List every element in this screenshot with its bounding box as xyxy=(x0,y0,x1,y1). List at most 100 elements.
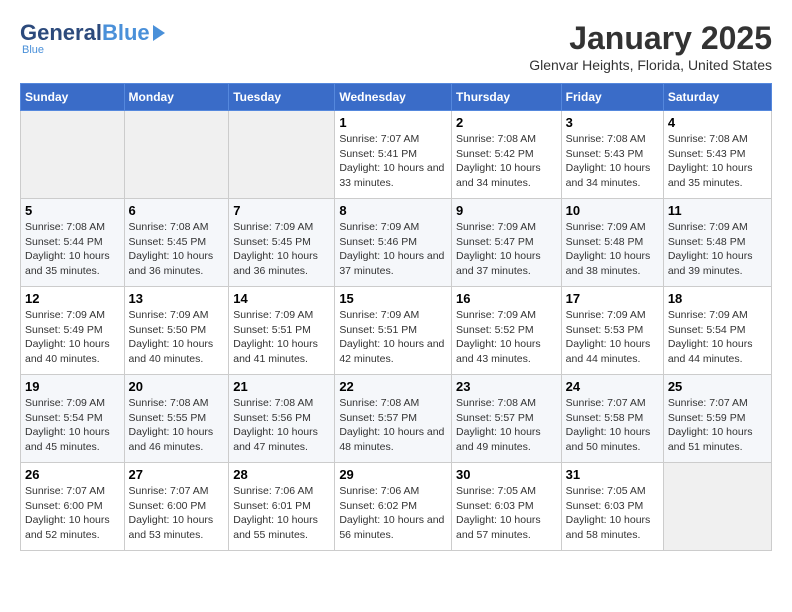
day-info: Sunrise: 7:09 AMSunset: 5:46 PMDaylight:… xyxy=(339,221,444,277)
calendar-week-row: 26 Sunrise: 7:07 AMSunset: 6:00 PMDaylig… xyxy=(21,463,772,551)
day-info: Sunrise: 7:08 AMSunset: 5:56 PMDaylight:… xyxy=(233,397,318,453)
day-info: Sunrise: 7:08 AMSunset: 5:55 PMDaylight:… xyxy=(129,397,214,453)
day-number: 2 xyxy=(456,115,557,130)
day-number: 8 xyxy=(339,203,447,218)
day-number: 24 xyxy=(566,379,659,394)
day-number: 12 xyxy=(25,291,120,306)
day-number: 27 xyxy=(129,467,225,482)
header-thursday: Thursday xyxy=(452,84,562,111)
day-info: Sunrise: 7:05 AMSunset: 6:03 PMDaylight:… xyxy=(566,485,651,541)
calendar-cell: 19 Sunrise: 7:09 AMSunset: 5:54 PMDaylig… xyxy=(21,375,125,463)
day-info: Sunrise: 7:08 AMSunset: 5:43 PMDaylight:… xyxy=(566,133,651,189)
day-info: Sunrise: 7:06 AMSunset: 6:01 PMDaylight:… xyxy=(233,485,318,541)
day-number: 29 xyxy=(339,467,447,482)
day-info: Sunrise: 7:08 AMSunset: 5:45 PMDaylight:… xyxy=(129,221,214,277)
logo-underline: Blue xyxy=(22,44,44,56)
calendar-cell: 13 Sunrise: 7:09 AMSunset: 5:50 PMDaylig… xyxy=(124,287,229,375)
day-number: 22 xyxy=(339,379,447,394)
header-saturday: Saturday xyxy=(663,84,771,111)
day-number: 10 xyxy=(566,203,659,218)
day-number: 11 xyxy=(668,203,767,218)
day-number: 19 xyxy=(25,379,120,394)
calendar-cell: 25 Sunrise: 7:07 AMSunset: 5:59 PMDaylig… xyxy=(663,375,771,463)
day-number: 16 xyxy=(456,291,557,306)
day-number: 9 xyxy=(456,203,557,218)
day-number: 17 xyxy=(566,291,659,306)
calendar-week-row: 19 Sunrise: 7:09 AMSunset: 5:54 PMDaylig… xyxy=(21,375,772,463)
day-number: 30 xyxy=(456,467,557,482)
calendar-cell: 6 Sunrise: 7:08 AMSunset: 5:45 PMDayligh… xyxy=(124,199,229,287)
day-info: Sunrise: 7:06 AMSunset: 6:02 PMDaylight:… xyxy=(339,485,444,541)
header-tuesday: Tuesday xyxy=(229,84,335,111)
header-friday: Friday xyxy=(561,84,663,111)
calendar-cell: 18 Sunrise: 7:09 AMSunset: 5:54 PMDaylig… xyxy=(663,287,771,375)
day-info: Sunrise: 7:05 AMSunset: 6:03 PMDaylight:… xyxy=(456,485,541,541)
day-info: Sunrise: 7:09 AMSunset: 5:52 PMDaylight:… xyxy=(456,309,541,365)
day-number: 18 xyxy=(668,291,767,306)
calendar-cell: 21 Sunrise: 7:08 AMSunset: 5:56 PMDaylig… xyxy=(229,375,335,463)
calendar-header-row: SundayMondayTuesdayWednesdayThursdayFrid… xyxy=(21,84,772,111)
calendar-cell: 16 Sunrise: 7:09 AMSunset: 5:52 PMDaylig… xyxy=(452,287,562,375)
day-number: 4 xyxy=(668,115,767,130)
header-sunday: Sunday xyxy=(21,84,125,111)
calendar-cell: 27 Sunrise: 7:07 AMSunset: 6:00 PMDaylig… xyxy=(124,463,229,551)
day-info: Sunrise: 7:07 AMSunset: 5:58 PMDaylight:… xyxy=(566,397,651,453)
day-info: Sunrise: 7:09 AMSunset: 5:47 PMDaylight:… xyxy=(456,221,541,277)
calendar-week-row: 1 Sunrise: 7:07 AMSunset: 5:41 PMDayligh… xyxy=(21,111,772,199)
calendar-cell: 4 Sunrise: 7:08 AMSunset: 5:43 PMDayligh… xyxy=(663,111,771,199)
calendar-cell: 23 Sunrise: 7:08 AMSunset: 5:57 PMDaylig… xyxy=(452,375,562,463)
calendar-cell xyxy=(663,463,771,551)
day-number: 3 xyxy=(566,115,659,130)
day-number: 26 xyxy=(25,467,120,482)
day-number: 7 xyxy=(233,203,330,218)
day-info: Sunrise: 7:09 AMSunset: 5:51 PMDaylight:… xyxy=(339,309,444,365)
calendar-cell: 2 Sunrise: 7:08 AMSunset: 5:42 PMDayligh… xyxy=(452,111,562,199)
location: Glenvar Heights, Florida, United States xyxy=(529,57,772,73)
calendar-cell: 3 Sunrise: 7:08 AMSunset: 5:43 PMDayligh… xyxy=(561,111,663,199)
day-info: Sunrise: 7:09 AMSunset: 5:54 PMDaylight:… xyxy=(668,309,753,365)
day-number: 14 xyxy=(233,291,330,306)
calendar-cell: 17 Sunrise: 7:09 AMSunset: 5:53 PMDaylig… xyxy=(561,287,663,375)
calendar-week-row: 12 Sunrise: 7:09 AMSunset: 5:49 PMDaylig… xyxy=(21,287,772,375)
day-info: Sunrise: 7:09 AMSunset: 5:53 PMDaylight:… xyxy=(566,309,651,365)
calendar-cell: 28 Sunrise: 7:06 AMSunset: 6:01 PMDaylig… xyxy=(229,463,335,551)
day-info: Sunrise: 7:09 AMSunset: 5:49 PMDaylight:… xyxy=(25,309,110,365)
calendar-cell: 5 Sunrise: 7:08 AMSunset: 5:44 PMDayligh… xyxy=(21,199,125,287)
calendar-table: SundayMondayTuesdayWednesdayThursdayFrid… xyxy=(20,83,772,551)
calendar-cell: 8 Sunrise: 7:09 AMSunset: 5:46 PMDayligh… xyxy=(335,199,452,287)
day-number: 5 xyxy=(25,203,120,218)
day-info: Sunrise: 7:07 AMSunset: 6:00 PMDaylight:… xyxy=(129,485,214,541)
logo-general: General xyxy=(20,20,102,46)
day-info: Sunrise: 7:09 AMSunset: 5:54 PMDaylight:… xyxy=(25,397,110,453)
calendar-cell: 30 Sunrise: 7:05 AMSunset: 6:03 PMDaylig… xyxy=(452,463,562,551)
day-info: Sunrise: 7:08 AMSunset: 5:44 PMDaylight:… xyxy=(25,221,110,277)
calendar-cell: 7 Sunrise: 7:09 AMSunset: 5:45 PMDayligh… xyxy=(229,199,335,287)
day-number: 21 xyxy=(233,379,330,394)
day-info: Sunrise: 7:08 AMSunset: 5:42 PMDaylight:… xyxy=(456,133,541,189)
day-info: Sunrise: 7:08 AMSunset: 5:57 PMDaylight:… xyxy=(339,397,444,453)
calendar-cell: 24 Sunrise: 7:07 AMSunset: 5:58 PMDaylig… xyxy=(561,375,663,463)
calendar-cell: 29 Sunrise: 7:06 AMSunset: 6:02 PMDaylig… xyxy=(335,463,452,551)
header-wednesday: Wednesday xyxy=(335,84,452,111)
calendar-cell: 9 Sunrise: 7:09 AMSunset: 5:47 PMDayligh… xyxy=(452,199,562,287)
logo: GeneralBlue Blue xyxy=(20,20,165,56)
logo-blue: Blue xyxy=(102,20,150,46)
calendar-cell xyxy=(124,111,229,199)
calendar-cell: 12 Sunrise: 7:09 AMSunset: 5:49 PMDaylig… xyxy=(21,287,125,375)
calendar-cell: 1 Sunrise: 7:07 AMSunset: 5:41 PMDayligh… xyxy=(335,111,452,199)
calendar-cell: 14 Sunrise: 7:09 AMSunset: 5:51 PMDaylig… xyxy=(229,287,335,375)
day-info: Sunrise: 7:08 AMSunset: 5:43 PMDaylight:… xyxy=(668,133,753,189)
day-number: 1 xyxy=(339,115,447,130)
calendar-cell: 31 Sunrise: 7:05 AMSunset: 6:03 PMDaylig… xyxy=(561,463,663,551)
day-info: Sunrise: 7:09 AMSunset: 5:51 PMDaylight:… xyxy=(233,309,318,365)
day-info: Sunrise: 7:07 AMSunset: 5:41 PMDaylight:… xyxy=(339,133,444,189)
day-info: Sunrise: 7:09 AMSunset: 5:45 PMDaylight:… xyxy=(233,221,318,277)
day-info: Sunrise: 7:09 AMSunset: 5:50 PMDaylight:… xyxy=(129,309,214,365)
page-header: GeneralBlue Blue January 2025 Glenvar He… xyxy=(20,20,772,73)
calendar-cell: 15 Sunrise: 7:09 AMSunset: 5:51 PMDaylig… xyxy=(335,287,452,375)
day-number: 28 xyxy=(233,467,330,482)
logo-arrow-icon xyxy=(153,25,165,41)
day-number: 15 xyxy=(339,291,447,306)
calendar-cell xyxy=(21,111,125,199)
logo-text: GeneralBlue xyxy=(20,20,165,46)
